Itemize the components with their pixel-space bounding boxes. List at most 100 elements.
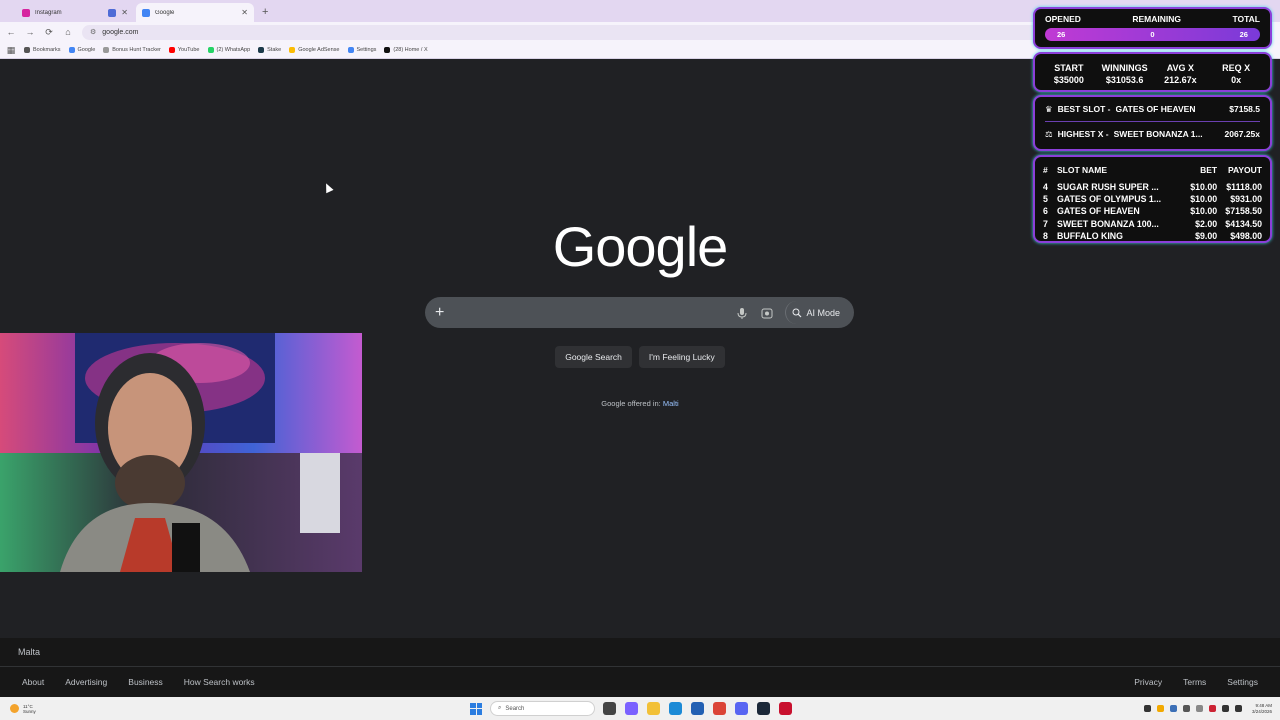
slot-table: # SLOT NAME BET PAYOUT 4 SUGAR RUSH SUPE…: [1043, 165, 1262, 242]
taskbar-search-label: Search: [505, 705, 525, 712]
remaining-label: REMAINING: [1132, 14, 1181, 24]
tray-icon[interactable]: [1143, 705, 1151, 712]
row-bet: $9.00: [1195, 230, 1218, 241]
bookmark-item[interactable]: Bonus Hunt Tracker: [103, 47, 161, 53]
stat-label: AVG X: [1166, 63, 1195, 73]
tray-icon[interactable]: [1156, 705, 1164, 712]
close-icon[interactable]: ✕: [121, 8, 128, 17]
stat-label: REQ X: [1222, 63, 1251, 73]
footer-link-advertising[interactable]: Advertising: [65, 677, 107, 687]
google-search-button[interactable]: Google Search: [555, 346, 632, 368]
row-payout: $498.00: [1230, 230, 1262, 241]
tray-icon[interactable]: [1182, 705, 1190, 712]
tray-icon[interactable]: [1169, 705, 1177, 712]
best-slot-label: BEST SLOT -: [1057, 104, 1111, 114]
address-bar[interactable]: ⚙ google.com: [82, 24, 1092, 40]
hunt-progress-panel: OPENED REMAINING TOTAL 26 0 26: [1033, 7, 1272, 49]
bookmark-item[interactable]: Stake: [258, 47, 281, 53]
row-bet: $10.00: [1190, 206, 1218, 217]
table-header: # SLOT NAME BET PAYOUT: [1043, 165, 1262, 181]
url-text: google.com: [102, 28, 139, 36]
footer-link-about[interactable]: About: [22, 677, 44, 687]
table-row: 7 SWEET BONANZA 100... $2.00 $4134.50: [1043, 218, 1262, 230]
offered-text: Google offered in:: [601, 399, 661, 408]
new-tab-button[interactable]: +: [262, 3, 268, 22]
tray-icon[interactable]: [1195, 705, 1203, 712]
feeling-lucky-button[interactable]: I'm Feeling Lucky: [638, 346, 725, 368]
ai-mode-button[interactable]: AI Mode: [785, 301, 850, 324]
x-icon: [384, 47, 391, 53]
col-slot-name: SLOT NAME: [1057, 165, 1108, 175]
scale-icon: ⚖: [1045, 128, 1053, 139]
bookmark-item[interactable]: Settings: [347, 47, 376, 53]
stat-start: START $35000: [1041, 62, 1097, 86]
bookmark-item[interactable]: Google: [68, 47, 95, 53]
bookmark-label: Google AdSense: [298, 47, 340, 53]
row-payout: $7158.50: [1225, 206, 1262, 217]
bookmark-label: Bonus Hunt Tracker: [112, 47, 161, 53]
stat-value: 212.67x: [1164, 75, 1197, 85]
tab-title: Google: [155, 9, 175, 16]
best-slot-value: $7158.5: [1229, 104, 1260, 114]
steam-icon[interactable]: [757, 702, 770, 715]
forward-icon[interactable]: →: [25, 27, 35, 37]
search-input[interactable]: [447, 297, 736, 328]
obs-icon[interactable]: [779, 702, 792, 715]
reload-icon[interactable]: ⟳: [44, 27, 54, 38]
bookmark-item[interactable]: Bookmarks: [24, 47, 61, 53]
footer-link-terms[interactable]: Terms: [1183, 677, 1206, 687]
tray-icon[interactable]: [1208, 705, 1216, 712]
task-view-icon[interactable]: [603, 702, 616, 715]
file-explorer-icon[interactable]: [647, 702, 660, 715]
search-box[interactable]: + AI Mode: [425, 297, 854, 328]
table-row: 6 GATES OF HEAVEN $10.00 $7158.50: [1043, 205, 1262, 217]
stat-value: $31053.6: [1105, 75, 1144, 85]
language-link[interactable]: Malti: [663, 399, 679, 408]
microphone-icon[interactable]: [735, 306, 749, 320]
footer-link-privacy[interactable]: Privacy: [1134, 677, 1162, 687]
close-icon[interactable]: ✕: [241, 8, 248, 17]
windows-start-icon[interactable]: [470, 702, 482, 715]
copilot-icon[interactable]: [625, 702, 638, 715]
stat-req-x: REQ X 0x: [1208, 62, 1264, 86]
tab-instagram[interactable]: Instagram ✕: [16, 3, 134, 22]
footer-right-links: Privacy Terms Settings: [1134, 677, 1258, 687]
crown-icon: ♛: [1045, 103, 1053, 114]
site-info-icon[interactable]: ⚙: [90, 28, 96, 36]
edge-icon[interactable]: [669, 702, 682, 715]
plus-icon[interactable]: +: [435, 304, 447, 322]
apps-icon[interactable]: ▦: [6, 45, 16, 56]
home-icon[interactable]: ⌂: [63, 27, 73, 37]
camera-lens-icon[interactable]: [760, 306, 774, 320]
taskbar: 11°C Sunny ⌕ Search 9:48 AM 3/24/2026: [0, 697, 1280, 720]
bookmark-item[interactable]: (28) Home / X: [384, 47, 428, 53]
footer-link-business[interactable]: Business: [128, 677, 163, 687]
progress-labels: OPENED REMAINING TOTAL: [1045, 14, 1260, 24]
volume-icon[interactable]: [1234, 705, 1242, 712]
wifi-icon[interactable]: [1221, 705, 1229, 712]
total-label: TOTAL: [1232, 14, 1260, 24]
progress-bar: 26 0 26: [1045, 28, 1260, 41]
back-icon[interactable]: ←: [6, 27, 16, 37]
weather-widget[interactable]: 11°C Sunny: [0, 704, 470, 714]
bookmark-item[interactable]: YouTube: [168, 47, 200, 53]
row-slot-name: SWEET BONANZA 100...: [1057, 218, 1159, 229]
taskbar-search[interactable]: ⌕ Search: [490, 701, 595, 716]
footer-link-how-search-works[interactable]: How Search works: [184, 677, 255, 687]
store-icon[interactable]: [691, 702, 704, 715]
row-num: 6: [1043, 206, 1048, 217]
tab-google[interactable]: Google ✕: [136, 3, 254, 22]
footer-link-settings[interactable]: Settings: [1227, 677, 1258, 687]
bookmark-label: Stake: [267, 47, 282, 53]
bookmark-item[interactable]: (2) WhatsApp: [207, 47, 250, 53]
clock[interactable]: 9:48 AM 3/24/2026: [1252, 703, 1272, 714]
bookmark-item[interactable]: Google AdSense: [289, 47, 340, 53]
system-tray: 9:48 AM 3/24/2026: [1143, 703, 1280, 714]
weather-text: 11°C Sunny: [23, 704, 36, 714]
row-slot-name: GATES OF OLYMPUS 1...: [1057, 194, 1162, 205]
discord-icon[interactable]: [735, 702, 748, 715]
webcam-feed: [0, 333, 362, 572]
chrome-icon[interactable]: [713, 702, 726, 715]
row-num: 8: [1043, 230, 1048, 241]
slot-list-panel: # SLOT NAME BET PAYOUT 4 SUGAR RUSH SUPE…: [1033, 155, 1272, 243]
